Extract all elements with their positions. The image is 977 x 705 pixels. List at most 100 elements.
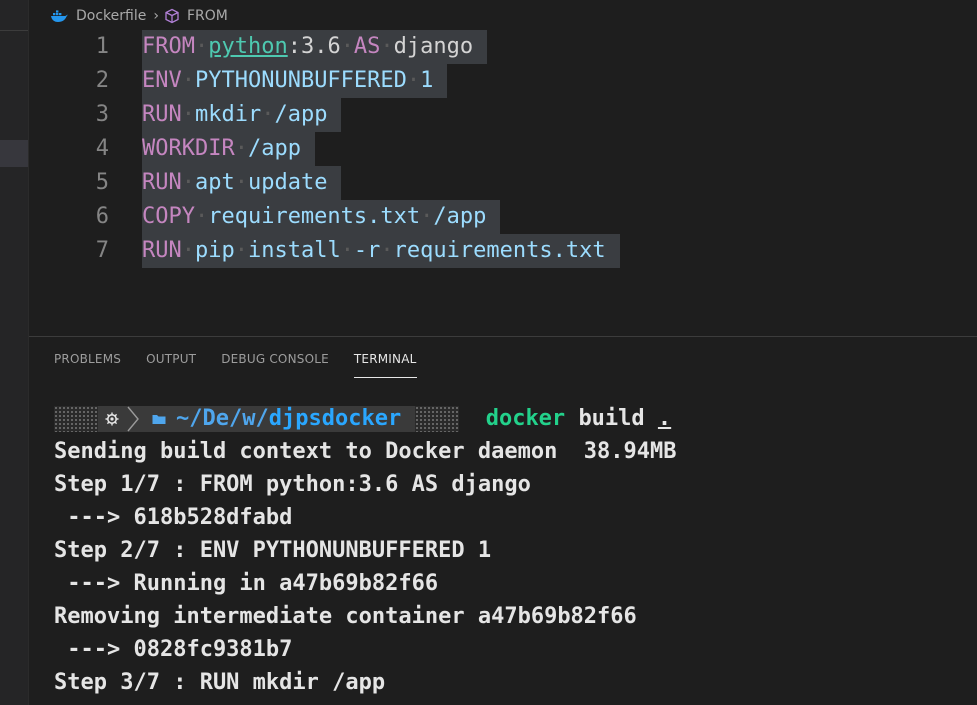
code-line[interactable]: 2 ENV·PYTHONUNBUFFERED·1 [29, 64, 977, 98]
code-line[interactable]: 6 COPY·requirements.txt·/app [29, 200, 977, 234]
prompt-dots-left [54, 405, 98, 432]
terminal-output-line: ---> 0828fc9381b7 [54, 637, 293, 662]
prompt-path-current: djpsdocker [268, 406, 402, 431]
line-number: 7 [95, 238, 109, 263]
code-token: ENV [142, 68, 182, 93]
prompt-path-segment-1: /De [189, 406, 229, 431]
code-token: FROM [142, 34, 195, 59]
chevron-right-icon: › [153, 8, 159, 24]
panel-tabs: PROBLEMS OUTPUT DEBUG CONSOLE TERMINAL [54, 340, 442, 378]
whitespace-marker: · [181, 68, 195, 93]
prompt-os-segment [98, 405, 148, 432]
folder-icon [152, 414, 166, 424]
line-number: 1 [95, 34, 109, 59]
code-token: requirements.txt [393, 238, 606, 263]
terminal-output-line: ---> 618b528dfabd [54, 505, 293, 530]
whitespace-marker: · [340, 238, 354, 263]
code-editor[interactable]: 1 FROM·python:3.6·AS·django 2 ENV·PYTHONUNB… [29, 30, 977, 336]
whitespace-marker: · [181, 102, 195, 127]
prompt-dots-right [415, 405, 460, 432]
code-token: RUN [142, 238, 182, 263]
code-token: pip [194, 238, 235, 263]
whitespace-marker: · [234, 136, 248, 161]
line-number: 6 [95, 204, 109, 229]
tab-debug-console[interactable]: DEBUG CONSOLE [221, 340, 329, 378]
whitespace-marker: · [406, 68, 421, 93]
breadcrumb: Dockerfile › FROM [50, 5, 232, 27]
code-token: apt [194, 170, 235, 195]
breadcrumb-symbol[interactable]: FROM [187, 8, 228, 24]
tab-terminal[interactable]: TERMINAL [353, 340, 417, 378]
code-token: AS [353, 34, 381, 59]
line-number: 3 [95, 102, 109, 127]
code-token: PYTHONUNBUFFERED [194, 68, 407, 93]
line-code: COPY·requirements.txt·/app [142, 200, 501, 234]
code-token: COPY [142, 204, 195, 229]
terminal-args: build [578, 406, 645, 431]
whitespace-marker: · [380, 238, 394, 263]
sidebar-selected-item[interactable] [0, 140, 28, 167]
terminal[interactable]: ~/De/w / djpsdocker docker build . Sending… [54, 402, 977, 705]
gear-icon [105, 412, 119, 425]
whitespace-marker: · [380, 34, 394, 59]
line-code: RUN·apt·update [142, 166, 342, 200]
line-code: WORKDIR·/app [142, 132, 315, 166]
terminal-output-line: Step 2/7 : ENV PYTHONUNBUFFERED 1 [54, 538, 492, 563]
code-token: python [208, 34, 288, 59]
line-code: RUN·mkdir·/app [142, 98, 342, 132]
code-token: mkdir [194, 102, 262, 127]
code-token: /app [274, 102, 328, 127]
terminal-prompt: ~/De/w / djpsdocker docker build . [54, 402, 671, 435]
whitespace-marker: · [261, 102, 275, 127]
whitespace-marker: · [234, 170, 248, 195]
code-line[interactable]: 1 FROM·python:3.6·AS·django [29, 30, 977, 64]
code-token: RUN [142, 102, 182, 127]
code-token: WORKDIR [142, 136, 235, 161]
whitespace-marker: · [420, 204, 434, 229]
whitespace-marker: · [340, 34, 354, 59]
code-token: update [247, 170, 328, 195]
whitespace-marker: · [181, 170, 195, 195]
code-token: :3.6 [287, 34, 341, 59]
chevron-right-icon [127, 406, 139, 431]
terminal-output-line: Removing intermediate container a47b69b8… [54, 604, 637, 629]
terminal-command: docker [485, 406, 566, 431]
whitespace-marker: · [181, 238, 195, 263]
cube-icon [165, 8, 179, 24]
code-token: -r [353, 238, 381, 263]
tab-problems[interactable]: PROBLEMS [54, 340, 121, 378]
prompt-path-segment-2: /w [229, 406, 256, 431]
code-token: RUN [142, 170, 182, 195]
line-number: 5 [95, 170, 109, 195]
line-code: ENV·PYTHONUNBUFFERED·1 [142, 64, 448, 98]
prompt-path-segment: ~/De/w / djpsdocker [148, 405, 416, 432]
terminal-output-line: ---> Running in a47b69b82f66 [54, 571, 439, 596]
code-line[interactable]: 3 RUN·mkdir·/app [29, 98, 977, 132]
code-line[interactable]: 4 WORKDIR·/app [29, 132, 977, 166]
line-number: 4 [95, 136, 109, 161]
explorer-sidebar [0, 0, 29, 705]
tab-output[interactable]: OUTPUT [146, 340, 196, 378]
code-token: /app [247, 136, 301, 161]
docker-whale-icon [51, 10, 68, 22]
code-token: django [393, 34, 474, 59]
whitespace-marker: · [234, 238, 248, 263]
terminal-output-line: Step 3/7 : RUN mkdir /app [54, 670, 386, 695]
terminal-output-line: Sending build context to Docker daemon 3… [54, 439, 677, 464]
code-token: 1 [420, 68, 434, 93]
line-code: FROM·python:3.6·AS·django [142, 30, 488, 64]
whitespace-marker: · [194, 34, 209, 59]
terminal-arg-dot: . [657, 406, 672, 431]
whitespace-marker: · [194, 204, 209, 229]
code-token: requirements.txt [208, 204, 421, 229]
prompt-path-segment-3: / [255, 406, 269, 431]
panel-divider [29, 336, 977, 337]
code-line[interactable]: 7 RUN·pip·install·-r·requirements.txt [29, 234, 977, 268]
breadcrumb-file[interactable]: Dockerfile [76, 8, 146, 24]
code-token: /app [433, 204, 487, 229]
code-line[interactable]: 5 RUN·apt·update [29, 166, 977, 200]
code-token: install [247, 238, 341, 263]
line-code: RUN·pip·install·-r·requirements.txt [142, 234, 620, 268]
sidebar-divider [0, 30, 28, 31]
terminal-output-line: Step 1/7 : FROM python:3.6 AS django [54, 472, 531, 497]
